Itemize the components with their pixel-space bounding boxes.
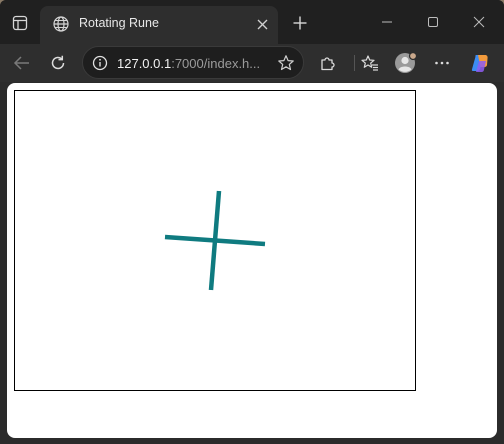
close-window-button[interactable] xyxy=(464,8,494,36)
tab-title: Rotating Rune xyxy=(79,16,159,30)
tab-active[interactable]: Rotating Rune xyxy=(40,6,278,44)
tab-actions-button[interactable] xyxy=(6,9,34,37)
extensions-button[interactable] xyxy=(314,49,342,77)
reload-button[interactable] xyxy=(44,49,72,77)
address-bar[interactable]: 127.0.0.1:7000/index.h... xyxy=(82,46,304,79)
favorites-button[interactable] xyxy=(356,49,384,77)
url-text: 127.0.0.1:7000/index.h... xyxy=(117,56,260,71)
close-icon xyxy=(257,19,267,29)
copilot-icon xyxy=(471,55,488,72)
minimize-icon xyxy=(382,21,392,23)
close-tab-button[interactable] xyxy=(252,14,272,34)
page-viewport xyxy=(7,83,497,438)
favorites-icon xyxy=(361,55,378,71)
browser-window: Rotating Rune 127.0.0.1:7000/index.h... xyxy=(0,0,504,444)
copilot-button[interactable] xyxy=(466,49,494,77)
minimize-button[interactable] xyxy=(372,8,402,36)
new-tab-button[interactable] xyxy=(287,10,313,36)
info-icon[interactable] xyxy=(92,55,108,71)
profile-button[interactable] xyxy=(392,49,420,77)
url-path: :7000/index.h... xyxy=(171,56,261,71)
star-icon[interactable] xyxy=(277,54,295,72)
maximize-icon xyxy=(428,17,438,27)
toolbar-separator xyxy=(354,55,355,71)
puzzle-icon xyxy=(321,57,335,71)
globe-icon xyxy=(53,16,69,32)
tab-actions-icon xyxy=(12,15,28,31)
title-bar: Rotating Rune xyxy=(0,0,504,44)
toolbar: 127.0.0.1:7000/index.h... xyxy=(0,44,504,82)
more-icon xyxy=(435,61,449,65)
close-icon xyxy=(473,16,485,28)
avatar-icon xyxy=(395,51,418,73)
reload-icon xyxy=(51,55,65,70)
plus-icon xyxy=(293,16,307,30)
url-host: 127.0.0.1 xyxy=(117,56,172,71)
rune-drawing xyxy=(164,190,266,291)
rune-canvas[interactable] xyxy=(14,90,416,391)
maximize-button[interactable] xyxy=(418,8,448,36)
back-button[interactable] xyxy=(8,49,36,77)
back-arrow-icon xyxy=(13,56,29,70)
more-button[interactable] xyxy=(428,49,456,77)
